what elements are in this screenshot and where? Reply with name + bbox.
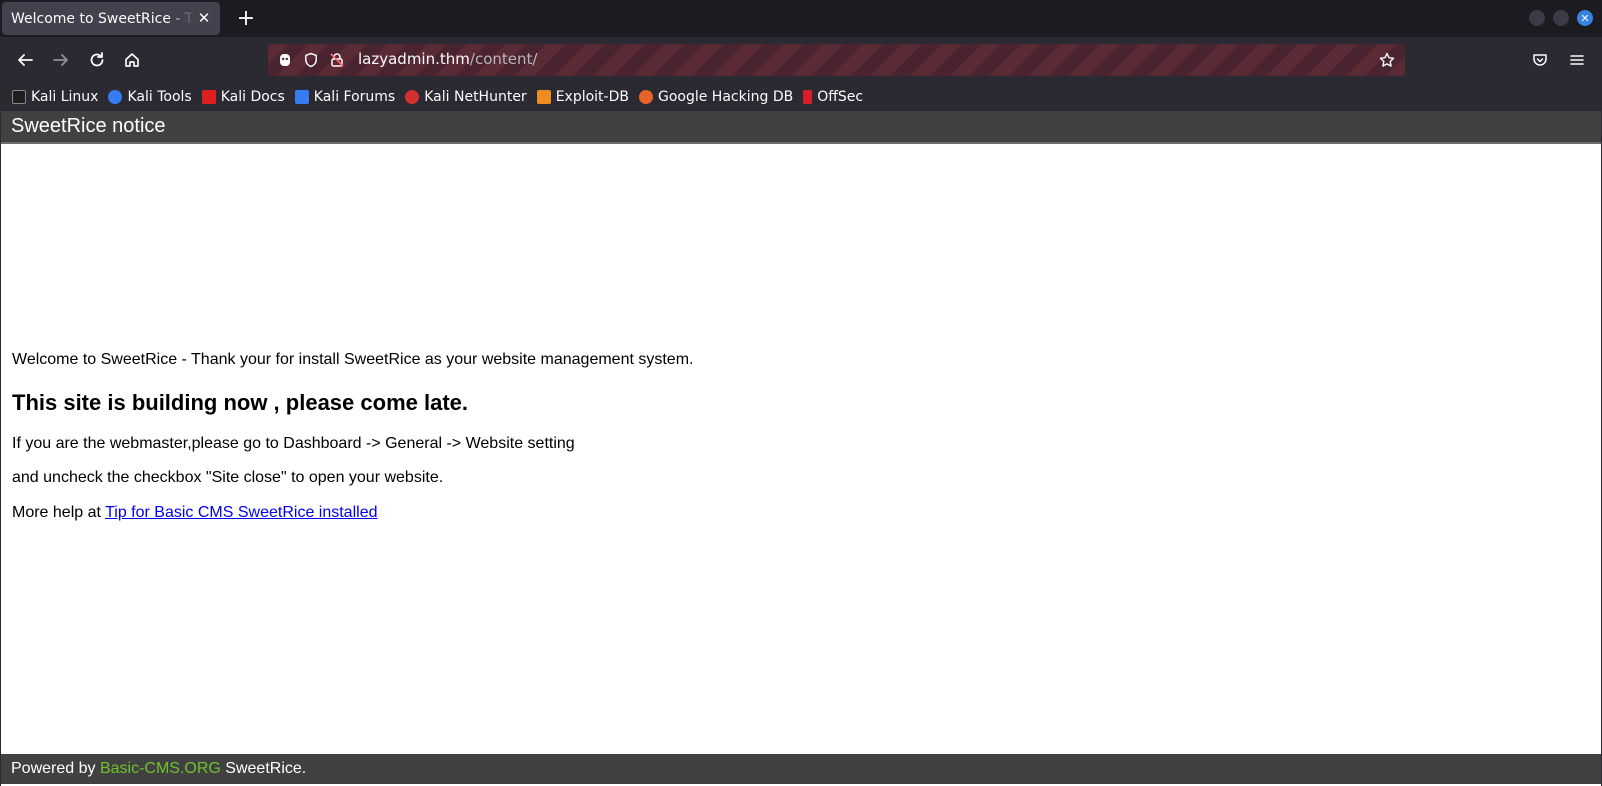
forward-icon[interactable] [46,45,76,75]
instruction-line-2: and uncheck the checkbox "Site close" to… [12,469,444,486]
page-heading: This site is building now , please come … [12,390,468,415]
page-header: SweetRice notice [1,111,1601,144]
close-window-button[interactable]: ✕ [1577,10,1593,26]
help-line: More help at Tip for Basic CMS SweetRice… [12,504,377,522]
kali-tools-icon [108,90,123,104]
insecure-lock-icon[interactable] [328,51,346,69]
back-icon[interactable] [10,45,40,75]
tab-title: Welcome to SweetRice - Thank your for in… [11,10,195,27]
minimize-window-button[interactable] [1529,10,1545,26]
bookmarks-toolbar: Kali Linux Kali Tools Kali Docs Kali For… [0,83,1602,111]
kali-forums-icon [294,90,309,104]
bookmark-label: Exploit-DB [555,89,629,105]
bookmark-label: Kali NetHunter [424,89,527,105]
bookmark-label: Kali Docs [220,89,285,105]
bookmark-label: OffSec [817,89,864,105]
offsec-icon [803,90,813,104]
url-text: lazyadmin.thm/content/ [358,50,537,68]
footer-prefix: Powered by [11,760,100,777]
google-hacking-db-icon [638,90,653,104]
url-bar[interactable]: lazyadmin.thm/content/ [268,44,1405,76]
exploit-db-icon [536,90,551,104]
menu-icon[interactable] [1562,45,1592,75]
new-tab-icon[interactable]: + [234,6,258,31]
bookmark-label: Kali Linux [31,89,99,105]
instruction-line-1: If you are the webmaster,please go to Da… [12,435,575,452]
url-host: lazyadmin.thm [358,50,470,68]
bookmark-kali-forums[interactable]: Kali Forums [294,89,396,105]
footer-suffix: SweetRice. [220,760,307,777]
bookmark-label: Kali Forums [313,89,396,105]
footer-link[interactable]: Basic-CMS.ORG [100,760,221,777]
bookmark-offsec[interactable]: OffSec [803,89,863,105]
welcome-text: Welcome to SweetRice - Thank your for in… [12,351,694,368]
bookmark-kali-linux[interactable]: Kali Linux [12,89,98,105]
home-icon[interactable] [117,45,147,75]
bookmark-kali-nethunter[interactable]: Kali NetHunter [405,89,527,105]
help-link[interactable]: Tip for Basic CMS SweetRice installed [105,504,377,521]
bookmark-exploit-db[interactable]: Exploit-DB [536,89,629,105]
bookmark-google-hacking-db[interactable]: Google Hacking DB [638,89,794,105]
reload-icon[interactable] [82,45,112,75]
kali-docs-icon [201,90,216,104]
maximize-window-button[interactable] [1553,10,1569,26]
navigation-toolbar: lazyadmin.thm/content/ [0,37,1602,83]
bookmark-label: Kali Tools [127,89,192,105]
kali-nethunter-icon [405,90,420,104]
tab-strip: Welcome to SweetRice - Thank your for in… [0,0,1602,37]
close-tab-icon[interactable]: ✕ [194,8,214,28]
bookmark-kali-tools[interactable]: Kali Tools [108,89,192,105]
url-path: /content/ [469,50,538,68]
shield-icon[interactable] [302,51,320,69]
pocket-icon[interactable] [1525,45,1555,75]
kali-ghost-icon [276,51,294,69]
bookmark-star-icon[interactable] [1378,51,1396,69]
bookmark-label: Google Hacking DB [657,89,794,105]
page-footer: Powered by Basic-CMS.ORG SweetRice. [1,754,1601,784]
web-page: SweetRice notice Welcome to SweetRice - … [0,111,1602,786]
browser-tab[interactable]: Welcome to SweetRice - Thank your for in… [2,2,220,35]
help-prefix: More help at [12,504,106,521]
bookmark-kali-docs[interactable]: Kali Docs [201,89,285,105]
kali-dragon-icon [12,90,26,104]
